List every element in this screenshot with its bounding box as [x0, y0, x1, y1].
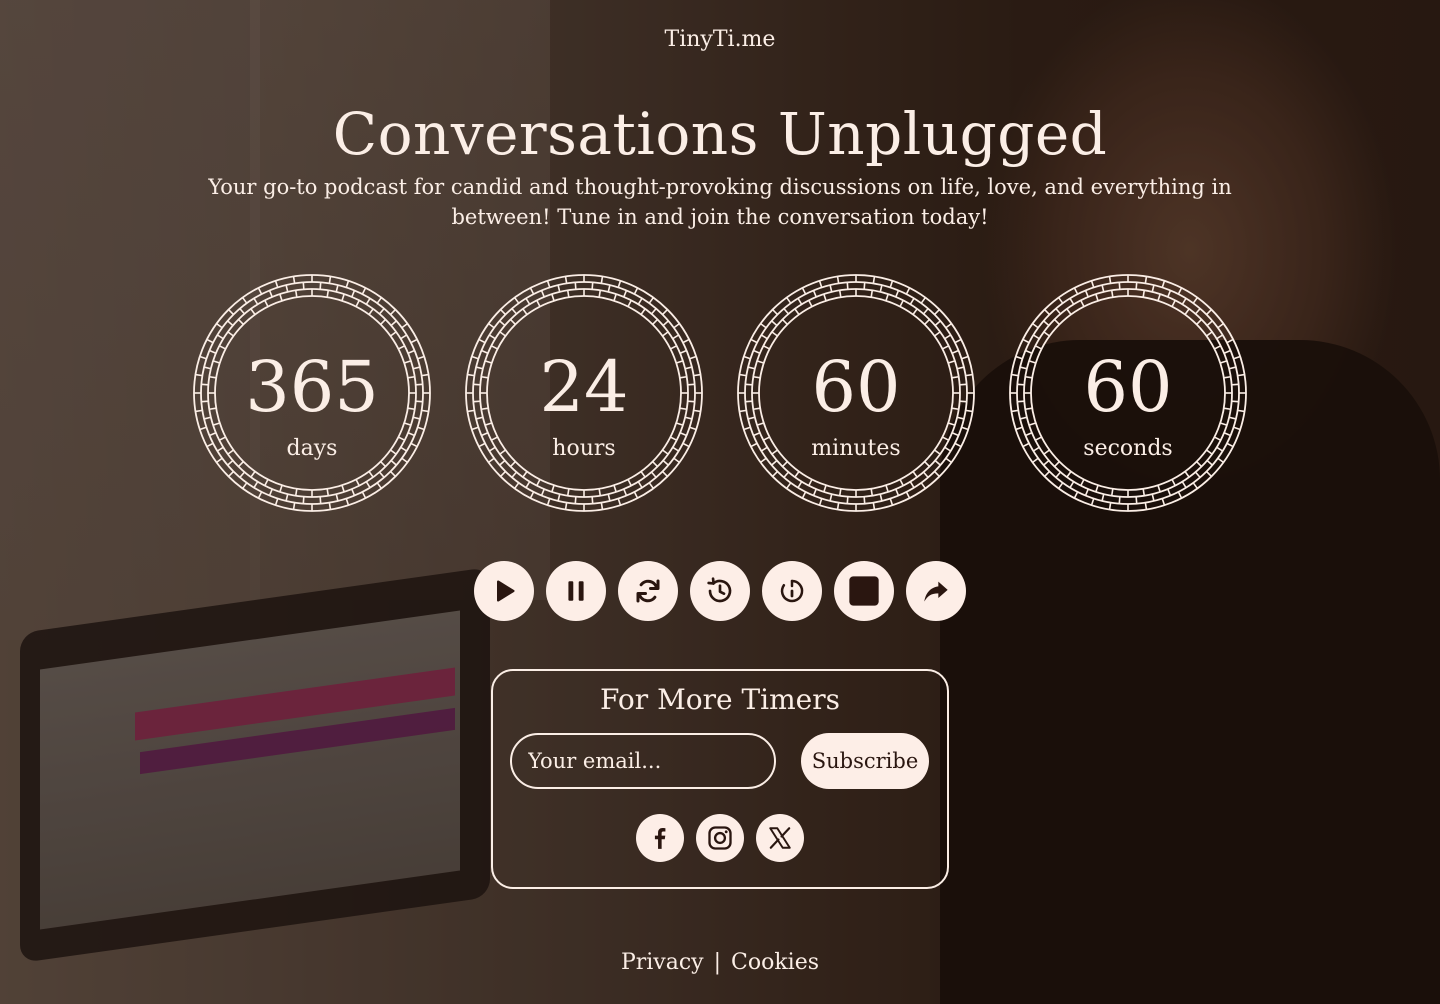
history-icon: [707, 577, 732, 603]
timer-minutes-value: 60: [811, 346, 901, 428]
footer-separator: |: [713, 950, 722, 975]
timer-seconds: 60 seconds: [1005, 270, 1251, 516]
instagram-icon: [708, 826, 732, 850]
facebook-icon: [654, 828, 666, 849]
email-input[interactable]: [510, 733, 776, 789]
timer-controls: [474, 561, 966, 621]
brand-logo[interactable]: TinyTi.me: [0, 27, 1440, 52]
timer-seconds-value: 60: [1083, 346, 1173, 428]
timer-days-value: 365: [245, 346, 379, 428]
pause-button[interactable]: [546, 561, 606, 621]
timer-minutes: 60 minutes: [733, 270, 979, 516]
pause-icon: [568, 581, 584, 601]
timer-hours: 24 hours: [461, 270, 707, 516]
timer-button[interactable]: [762, 561, 822, 621]
history-button[interactable]: [690, 561, 750, 621]
timer-hours-label: hours: [552, 436, 616, 461]
subscribe-panel-title: For More Timers: [600, 683, 840, 716]
privacy-link[interactable]: Privacy: [621, 950, 704, 975]
stop-button[interactable]: [834, 561, 894, 621]
share-button[interactable]: [906, 561, 966, 621]
x-icon: [769, 827, 791, 849]
refresh-icon: [636, 579, 660, 603]
footer-links: Privacy | Cookies: [0, 950, 1440, 975]
social-links: [636, 814, 804, 862]
timer-days: 365 days: [189, 270, 435, 516]
timer-hours-value: 24: [539, 346, 629, 428]
x-link[interactable]: [756, 814, 804, 862]
subscribe-button[interactable]: Subscribe: [801, 733, 929, 789]
restart-button[interactable]: [618, 561, 678, 621]
stop-icon: [849, 576, 879, 606]
play-icon: [497, 580, 515, 602]
timer-days-label: days: [286, 436, 338, 461]
play-button[interactable]: [474, 561, 534, 621]
countdown-timers: 365 days 24 hours 60 minutes 60 seconds: [0, 270, 1440, 516]
page-title: Conversations Unplugged: [332, 100, 1108, 168]
facebook-link[interactable]: [636, 814, 684, 862]
timer-seconds-label: seconds: [1083, 436, 1173, 461]
share-icon: [924, 581, 948, 602]
timer-minutes-label: minutes: [811, 436, 901, 461]
page-subtitle: Your go-to podcast for candid and though…: [208, 175, 1232, 229]
cookies-link[interactable]: Cookies: [731, 950, 819, 975]
timer-icon: [780, 579, 804, 603]
subscribe-panel: For More Timers Subscribe: [491, 669, 949, 889]
instagram-link[interactable]: [696, 814, 744, 862]
